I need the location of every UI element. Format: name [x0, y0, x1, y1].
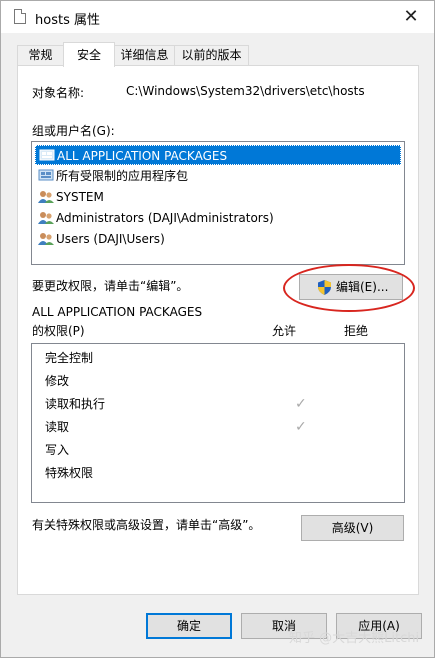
close-button[interactable]: ✕ [388, 1, 434, 33]
permission-label: 修改 [45, 374, 70, 388]
permission-label: 特殊权限 [45, 466, 94, 480]
permission-row: 写入 [45, 439, 395, 461]
tab-security[interactable]: 安全 [63, 42, 115, 67]
permissions-label: 的权限(P) [32, 324, 85, 338]
highlight-oval [283, 264, 415, 312]
ok-button[interactable]: 确定 [146, 613, 232, 639]
app-package-icon [39, 149, 55, 161]
users-icon [38, 212, 54, 224]
group-item-all-app-packages[interactable]: ALL APPLICATION PACKAGES [35, 145, 401, 165]
users-icon [38, 191, 54, 203]
permission-label: 读取和执行 [45, 397, 106, 411]
group-item-restricted-app-packages[interactable]: 所有受限制的应用程序包 [35, 166, 401, 186]
group-item-label: 所有受限制的应用程序包 [56, 169, 189, 183]
groups-label: 组或用户名(G): [32, 124, 115, 138]
deny-header: 拒绝 [344, 324, 369, 338]
permission-row: 修改 [45, 370, 395, 392]
allow-check-icon: ✓ [295, 419, 307, 435]
groups-listbox[interactable]: ALL APPLICATION PACKAGES 所有受限制的应用程序包 SYS… [31, 141, 405, 265]
window-title: hosts 属性 [35, 13, 100, 28]
tab-details[interactable]: 详细信息 [114, 45, 175, 66]
permission-row: 读取 ✓ [45, 416, 395, 438]
group-item-administrators[interactable]: Administrators (DAJI\Administrators) [35, 208, 401, 228]
permission-row: 完全控制 [45, 347, 395, 369]
watermark: 知乎 @大吉大熊Litchi [289, 631, 420, 646]
app-package-icon [38, 169, 54, 181]
group-item-users[interactable]: Users (DAJI\Users) [35, 229, 401, 249]
permission-label: 读取 [45, 420, 70, 434]
properties-window: hosts 属性 ✕ 常规 安全 详细信息 以前的版本 对象名称: C:\Win… [0, 0, 435, 658]
file-icon [14, 9, 26, 24]
group-item-label: ALL APPLICATION PACKAGES [57, 149, 228, 163]
change-permissions-hint: 要更改权限，请单击“编辑”。 [32, 279, 189, 293]
tab-previous-versions[interactable]: 以前的版本 [174, 45, 249, 66]
title-bar: hosts 属性 ✕ [1, 1, 434, 33]
object-name-label: 对象名称: [32, 86, 85, 100]
permission-label: 完全控制 [45, 351, 94, 365]
permission-label: 写入 [45, 443, 70, 457]
group-item-label: SYSTEM [56, 190, 104, 204]
allow-check-icon: ✓ [295, 396, 307, 412]
group-item-label: Administrators (DAJI\Administrators) [56, 211, 274, 225]
users-icon [38, 233, 54, 245]
permissions-subject: ALL APPLICATION PACKAGES [32, 305, 203, 319]
advanced-button[interactable]: 高级(V) [301, 515, 404, 541]
tab-general[interactable]: 常规 [17, 45, 64, 66]
permission-row: 特殊权限 [45, 462, 395, 484]
advanced-hint: 有关特殊权限或高级设置，请单击“高级”。 [32, 518, 261, 532]
group-item-system[interactable]: SYSTEM [35, 187, 401, 207]
group-item-label: Users (DAJI\Users) [56, 232, 165, 246]
allow-header: 允许 [272, 324, 297, 338]
permission-row: 读取和执行 ✓ [45, 393, 395, 415]
object-name-value: C:\Windows\System32\drivers\etc\hosts [126, 84, 365, 98]
permissions-listbox[interactable]: 完全控制 修改 读取和执行 ✓ 读取 ✓ 写入 特殊权限 [31, 343, 405, 503]
